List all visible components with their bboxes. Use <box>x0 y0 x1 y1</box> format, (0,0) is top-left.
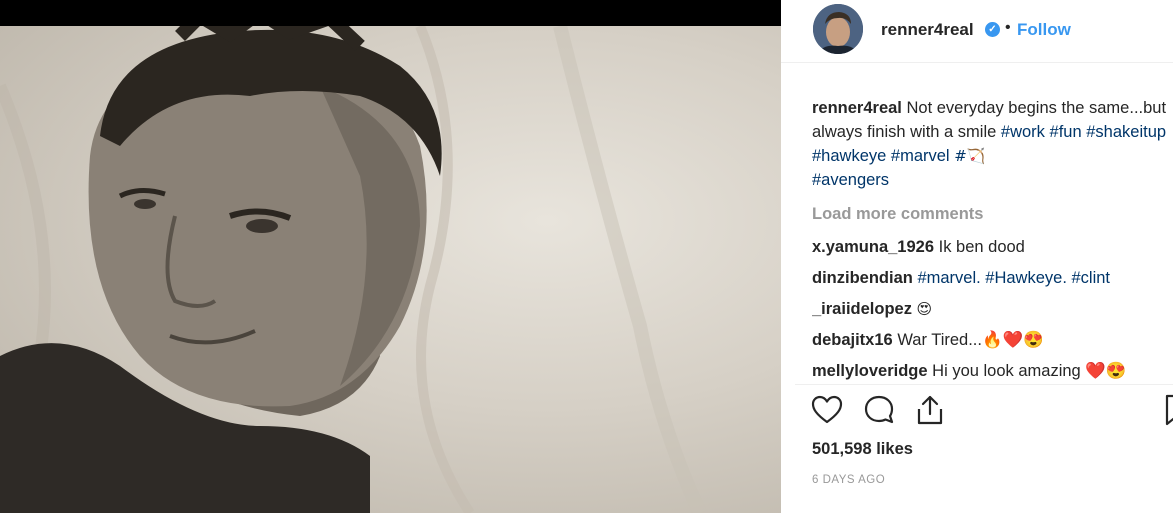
comment-username[interactable]: _iraiidelopez <box>812 300 912 318</box>
hashtag-link[interactable]: #marvel <box>891 147 950 165</box>
header-username[interactable]: renner4real <box>881 20 974 40</box>
load-more-comments-button[interactable]: Load more comments <box>812 202 1172 226</box>
likes-count[interactable]: 501,598 likes <box>812 440 913 459</box>
bookmark-icon[interactable] <box>1162 393 1173 429</box>
comment-text: War Tired...🔥❤️😍 <box>897 331 1044 349</box>
caption-username[interactable]: renner4real <box>812 99 902 117</box>
comment-text[interactable]: #marvel. #Hawkeye. #clint <box>917 269 1110 287</box>
verified-badge-icon: ✓ <box>985 22 1000 37</box>
post-header: renner4real ✓ • Follow <box>781 0 1173 63</box>
comment-username[interactable]: dinzibendian <box>812 269 913 287</box>
post-media[interactable] <box>0 0 781 513</box>
divider <box>795 384 1173 385</box>
avatar[interactable] <box>813 4 863 54</box>
comment-bubble-icon[interactable] <box>862 393 898 429</box>
separator-dot: • <box>1005 19 1011 36</box>
heart-icon[interactable] <box>810 393 846 429</box>
hashtag-link[interactable]: #hawkeye <box>812 147 886 165</box>
comment-row: _iraiidelopez 😍 <box>812 297 1172 321</box>
comment-row: dinzibendian #marvel. #Hawkeye. #clint <box>812 266 1172 290</box>
post-caption: renner4real Not everyday begins the same… <box>812 96 1172 192</box>
follow-button[interactable]: Follow <box>1017 20 1071 40</box>
hashtag-link[interactable]: #avengers <box>812 171 889 189</box>
comment-text: Ik ben dood <box>938 238 1025 256</box>
portrait-illustration <box>0 26 707 513</box>
comment-username[interactable]: mellyloveridge <box>812 362 928 380</box>
hashtag-link[interactable]: #shakeitup <box>1086 123 1166 141</box>
comment-row: x.yamuna_1926 Ik ben dood <box>812 235 1172 259</box>
post-details-panel: renner4real ✓ • Follow renner4real Not e… <box>781 0 1173 513</box>
post-timestamp[interactable]: 6 DAYS AGO <box>812 474 885 486</box>
comments-section: renner4real Not everyday begins the same… <box>812 96 1172 382</box>
post-photo[interactable] <box>0 26 781 513</box>
comment-row: mellyloveridge Hi you look amazing ❤️😍 <box>812 359 1172 382</box>
action-bar <box>810 393 1173 429</box>
comment-username[interactable]: x.yamuna_1926 <box>812 238 934 256</box>
comment-text: Hi you look amazing ❤️😍 <box>932 362 1127 380</box>
comment-text: 😍 <box>916 300 933 318</box>
hashtag-link[interactable]: #work <box>1001 123 1045 141</box>
comment-row: debajitx16 War Tired...🔥❤️😍 <box>812 328 1172 352</box>
share-icon[interactable] <box>913 393 949 429</box>
hashtag-link[interactable]: #fun <box>1050 123 1082 141</box>
hashtag-link[interactable]: #🏹 <box>954 147 985 165</box>
comment-username[interactable]: debajitx16 <box>812 331 893 349</box>
avatar-image <box>813 4 863 54</box>
